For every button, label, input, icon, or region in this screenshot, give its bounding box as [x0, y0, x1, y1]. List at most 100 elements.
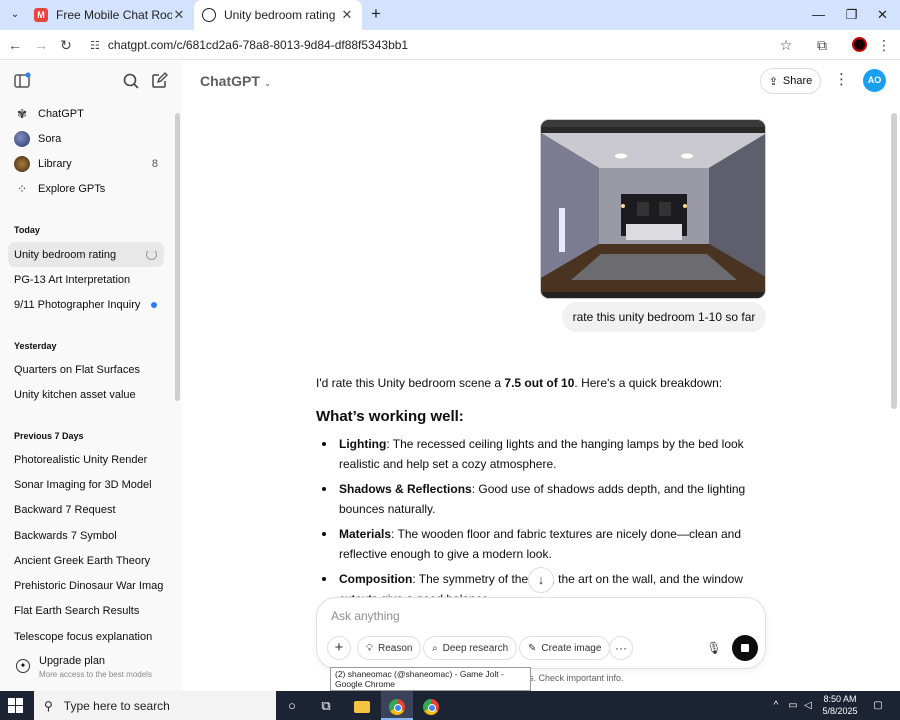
chat-item[interactable]: Backward 7 Request: [8, 497, 164, 522]
taskbar-search-box[interactable]: ⚲ Type here to search: [34, 691, 276, 720]
toggle-sidebar-icon[interactable]: [13, 72, 31, 90]
back-icon[interactable]: ←: [5, 35, 25, 55]
deep-research-button[interactable]: ⌕ Deep research: [423, 636, 518, 660]
windows-taskbar: ⚲ Type here to search ○ ⧉ ^ ▭ ◁ 8:50 AM …: [0, 691, 900, 720]
chevron-down-icon: ⌄: [263, 78, 272, 88]
new-chat-icon[interactable]: [150, 72, 168, 90]
list-item: Lighting: The recessed ceiling lights an…: [316, 434, 768, 474]
scroll-down-arrow-icon[interactable]: ↓: [528, 567, 554, 593]
user-avatar[interactable]: AO: [863, 69, 886, 92]
bookmark-star-icon[interactable]: ☆: [776, 35, 796, 55]
task-view-icon[interactable]: ⧉: [310, 691, 342, 720]
browser-menu-icon[interactable]: ⋮: [874, 35, 894, 55]
section-heading-today: Today: [14, 225, 40, 235]
chip-label: Create image: [541, 642, 602, 654]
extensions-icon[interactable]: ⧉: [812, 35, 832, 55]
chat-item[interactable]: Flat Earth Search Results: [8, 598, 164, 623]
point-text: : The recessed ceiling lights and the ha…: [339, 437, 744, 471]
grid-icon: ⁘: [16, 181, 28, 196]
add-attachment-icon[interactable]: +: [327, 636, 351, 660]
chat-item[interactable]: Ancient Greek Earth Theory: [8, 548, 164, 573]
unread-dot-icon: [151, 301, 157, 308]
forward-icon[interactable]: →: [31, 35, 51, 55]
share-button[interactable]: ⇪ Share: [760, 68, 821, 94]
chrome-taskbar-icon[interactable]: [381, 691, 413, 720]
chat-item-active[interactable]: Unity bedroom rating: [8, 242, 164, 267]
point-title: Composition: [339, 572, 413, 586]
profile-avatar-icon[interactable]: [852, 37, 867, 52]
browser-tab-unity-bedroom[interactable]: Unity bedroom rating ✕: [194, 0, 362, 30]
address-bar[interactable]: ☷ chatgpt.com/c/681cd2a6-78a8-8013-9d84-…: [84, 33, 804, 57]
more-tools-icon[interactable]: ···: [609, 636, 633, 660]
browser-tab-chat-rooms[interactable]: M Free Mobile Chat Rooms ✕: [26, 0, 194, 30]
close-tab-icon[interactable]: ✕: [172, 7, 186, 23]
chat-item[interactable]: 9/11 Photographer Inquiry: [8, 292, 164, 317]
close-window-icon[interactable]: ✕: [866, 0, 899, 30]
composer-input[interactable]: Ask anything: [331, 609, 400, 623]
chat-item[interactable]: PG-13 Art Interpretation: [8, 267, 164, 292]
library-thumbnail-icon: [14, 155, 30, 172]
network-icon[interactable]: ▭: [786, 691, 800, 720]
chip-label: Reason: [378, 642, 413, 654]
minimize-icon[interactable]: —: [802, 0, 835, 30]
clock-date: 5/8/2025: [822, 706, 858, 716]
cortana-icon[interactable]: ○: [276, 691, 308, 720]
chat-title: Photorealistic Unity Render: [14, 453, 148, 466]
chat-item[interactable]: Sonar Imaging for 3D Model: [8, 472, 164, 497]
notifications-icon[interactable]: ▢: [868, 691, 888, 720]
sidebar-item-label: Library: [38, 157, 72, 170]
upgrade-title: Upgrade plan: [39, 655, 106, 667]
sidebar-item-explore-gpts[interactable]: ⁘ Explore GPTs: [8, 176, 164, 201]
chat-title: Ancient Greek Earth Theory: [14, 554, 151, 567]
sidebar-item-chatgpt[interactable]: ✾ ChatGPT: [8, 101, 164, 126]
tab-search-chevron-icon[interactable]: ⌄: [6, 6, 24, 24]
reload-icon[interactable]: ↻: [56, 35, 76, 55]
response-heading: What’s working well:: [316, 408, 464, 425]
list-item: Shadows & Reflections: Good use of shado…: [316, 479, 768, 519]
user-message-bubble: rate this unity bedroom 1-10 so far: [562, 302, 766, 332]
create-image-button[interactable]: ✎ Create image: [519, 636, 611, 660]
chat-title: 9/11 Photographer Inquiry: [14, 298, 141, 311]
volume-icon[interactable]: ◁: [802, 691, 814, 720]
chat-title: Unity kitchen asset value: [14, 388, 136, 401]
section-heading-yesterday: Yesterday: [14, 341, 57, 351]
sidebar-item-label: ChatGPT: [38, 107, 84, 120]
more-options-icon[interactable]: ⋮: [834, 70, 849, 90]
browser-toolbar: ← → ↻ ☷ chatgpt.com/c/681cd2a6-78a8-8013…: [0, 30, 900, 60]
microphone-icon[interactable]: 🎙︎: [705, 639, 723, 657]
main-scrollbar[interactable]: [891, 113, 897, 409]
close-tab-icon[interactable]: ✕: [340, 7, 354, 23]
upgrade-sparkle-icon: ✦: [16, 659, 30, 673]
uploaded-image[interactable]: [540, 119, 766, 299]
chrome-taskbar-icon-2[interactable]: [415, 691, 447, 720]
taskbar-clock[interactable]: 8:50 AM 5/8/2025: [816, 693, 864, 717]
chat-item[interactable]: Photorealistic Unity Render: [8, 447, 164, 472]
chat-title: Sonar Imaging for 3D Model: [14, 478, 152, 491]
chat-item[interactable]: Telescope focus explanation: [8, 624, 164, 649]
search-icon[interactable]: [122, 72, 140, 90]
message-composer[interactable]: Ask anything + 💡︎ Reason ⌕ Deep research…: [316, 597, 766, 669]
chat-title: Prehistoric Dinosaur War Imag: [14, 579, 164, 592]
chat-item[interactable]: Backwards 7 Symbol: [8, 523, 164, 548]
sidebar-scrollbar[interactable]: [175, 113, 180, 401]
stop-generating-button[interactable]: [732, 635, 758, 661]
restore-icon[interactable]: ❐: [835, 0, 868, 30]
file-explorer-icon[interactable]: [346, 691, 378, 720]
new-tab-button[interactable]: +: [366, 5, 386, 25]
site-info-icon[interactable]: ☷: [90, 39, 100, 52]
chat-item[interactable]: Unity kitchen asset value: [8, 382, 164, 407]
chat-item[interactable]: Prehistoric Dinosaur War Imag: [8, 573, 164, 598]
model-picker[interactable]: ChatGPT ⌄: [200, 73, 271, 89]
sidebar-item-library[interactable]: Library 8: [8, 151, 164, 176]
windows-start-icon[interactable]: [8, 698, 24, 714]
chat-title: Telescope focus explanation: [14, 630, 153, 643]
chat-item[interactable]: Quarters on Flat Surfaces: [8, 357, 164, 382]
sidebar-item-sora[interactable]: Sora: [8, 126, 164, 151]
taskbar-search-placeholder: Type here to search: [63, 698, 170, 713]
tray-chevron-icon[interactable]: ^: [770, 691, 782, 720]
upgrade-plan-button[interactable]: ✦ Upgrade plan More access to the best m…: [8, 651, 168, 687]
sidebar: ✾ ChatGPT Sora Library 8 ⁘ Explore GPTs …: [0, 61, 182, 691]
image-brush-icon: ✎: [528, 642, 537, 654]
reason-button[interactable]: 💡︎ Reason: [357, 636, 422, 660]
chatgpt-logo-icon: [202, 8, 216, 22]
